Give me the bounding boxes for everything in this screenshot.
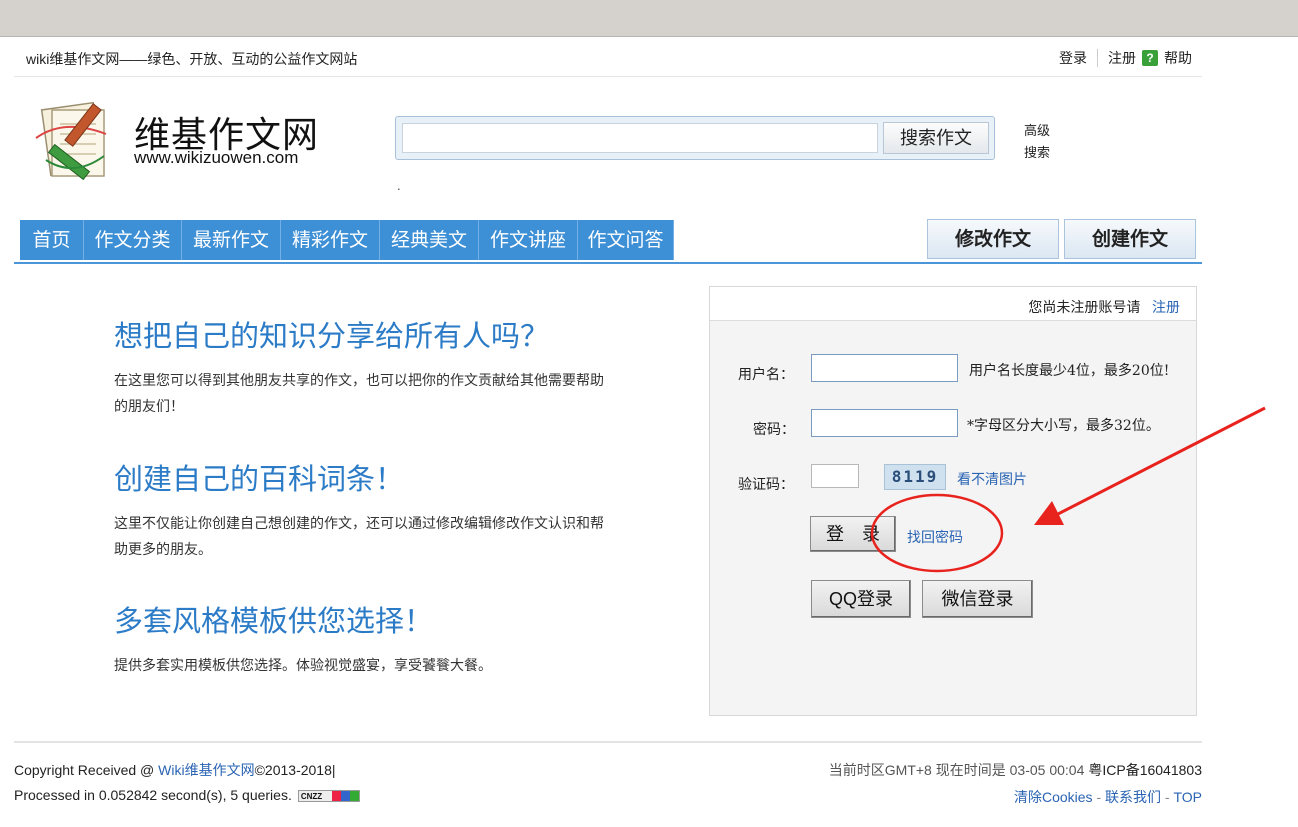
password-label: 密码：	[753, 421, 795, 437]
captcha-image[interactable]: 8119	[884, 464, 946, 490]
logo-icon[interactable]	[34, 98, 134, 184]
feature-create: 创建自己的百科词条！ 这里不仅能让你创建自己想创建的作文，还可以通过修改编辑修改…	[114, 456, 604, 562]
wechat-login-button[interactable]: 微信登录	[922, 580, 1033, 618]
nav-tab-qa[interactable]: 作文问答	[578, 220, 674, 260]
advanced-search-line1: 高级	[1024, 123, 1051, 138]
feature-desc: 在这里您可以得到其他朋友共享的作文，也可以把你的作文贡献给其他需要帮助的朋友们！	[114, 372, 604, 414]
captcha-label: 验证码：	[738, 476, 794, 492]
copyright-line: Copyright Received @ Wiki维基作文网©2013-2018…	[14, 762, 336, 778]
nav-tab-lectures[interactable]: 作文讲座	[479, 220, 578, 260]
register-link[interactable]: 注册	[1108, 48, 1136, 68]
nav-tab-categories[interactable]: 作文分类	[84, 220, 182, 260]
advanced-search-line2: 搜索	[1024, 145, 1051, 160]
captcha-field[interactable]	[811, 464, 859, 488]
feature-title: 创建自己的百科词条！	[114, 462, 405, 496]
nav-tab-classics[interactable]: 经典美文	[380, 220, 479, 260]
divider	[1097, 49, 1098, 67]
login-panel: 您尚未注册账号请 注册	[709, 286, 1197, 716]
top-link[interactable]: TOP	[1173, 789, 1202, 805]
password-hint: *字母区分大小写，最多32位。	[967, 418, 1160, 434]
nav-tab-latest[interactable]: 最新作文	[182, 220, 281, 260]
password-field[interactable]	[811, 409, 958, 437]
logo-url: www.wikizuowen.com	[134, 148, 299, 167]
username-label: 用户名：	[738, 366, 794, 382]
search-button[interactable]: 搜索作文	[883, 122, 989, 154]
footer-links: 清除Cookies - 联系我们 - TOP	[1013, 789, 1202, 805]
cnzz-badge[interactable]: CNZZ	[297, 790, 360, 803]
top-links: 登录 注册 ? 帮助	[1059, 48, 1192, 68]
feature-desc: 提供多套实用模板供您选择。体验视觉盛宴，享受饕餮大餐。	[114, 657, 492, 673]
clear-cookies-link[interactable]: 清除Cookies	[1014, 789, 1093, 805]
panel-register-link[interactable]: 注册	[1152, 299, 1180, 315]
browser-top-band	[0, 0, 1298, 37]
feature-title: 多套风格模板供您选择！	[114, 604, 434, 638]
username-field[interactable]	[811, 354, 958, 382]
qq-login-button[interactable]: QQ登录	[811, 580, 911, 618]
login-link[interactable]: 登录	[1059, 48, 1087, 68]
captcha-refresh-link[interactable]: 看不清图片	[957, 469, 1027, 489]
edit-article-button[interactable]: 修改作文	[927, 219, 1059, 259]
search-box: 搜索作文	[395, 116, 995, 160]
help-link[interactable]: 帮助	[1164, 48, 1192, 68]
nav-tab-home[interactable]: 首页	[20, 220, 84, 260]
advanced-search-link[interactable]: 高级 搜索	[1024, 120, 1050, 164]
feature-templates: 多套风格模板供您选择！ 提供多套实用模板供您选择。体验视觉盛宴，享受饕餮大餐。	[114, 598, 604, 678]
forgot-password-link[interactable]: 找回密码	[907, 527, 963, 547]
site-top-bar: wiki维基作文网——绿色、开放、互动的公益作文网站 登录 注册 ? 帮助	[14, 38, 1202, 77]
feature-title: 想把自己的知识分享给所有人吗？	[114, 319, 550, 353]
login-button[interactable]: 登 录	[810, 516, 896, 552]
site-tagline: wiki维基作文网——绿色、开放、互动的公益作文网站	[26, 51, 358, 67]
icp-text: 粤ICP备16041803	[1088, 762, 1202, 778]
feature-share: 想把自己的知识分享给所有人吗？ 在这里您可以得到其他朋友共享的作文，也可以把你的…	[114, 313, 604, 419]
feature-desc: 这里不仅能让你创建自己想创建的作文，还可以通过修改编辑修改作文认识和帮助更多的朋…	[114, 515, 604, 557]
username-hint: 用户名长度最少4位，最多20位!	[969, 363, 1170, 379]
login-panel-header: 您尚未注册账号请 注册	[710, 287, 1196, 321]
nav-tab-featured[interactable]: 精彩作文	[281, 220, 380, 260]
contact-link[interactable]: 联系我们	[1105, 789, 1161, 805]
search-dot: .	[397, 178, 401, 193]
search-input[interactable]	[402, 123, 878, 153]
main-nav: 首页 作文分类 最新作文 精彩作文 经典美文 作文讲座 作文问答 修改作文 创建…	[14, 218, 1202, 264]
processed-line: Processed in 0.052842 second(s), 5 queri…	[14, 787, 360, 803]
timezone-text: 当前时区GMT+8 现在时间是 03-05 00:04	[828, 762, 1085, 778]
not-registered-text: 您尚未注册账号请	[1028, 299, 1141, 315]
footer-site-link[interactable]: Wiki维基作文网	[158, 762, 254, 778]
help-icon[interactable]: ?	[1142, 50, 1158, 66]
footer-divider	[14, 741, 1202, 743]
create-article-button[interactable]: 创建作文	[1064, 219, 1196, 259]
